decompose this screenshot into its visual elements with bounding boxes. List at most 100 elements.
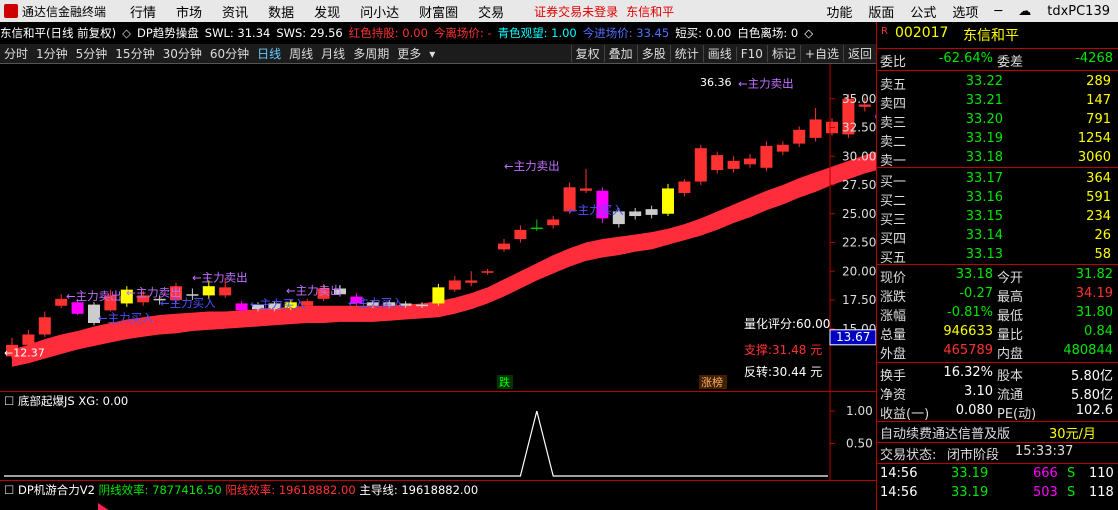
candle[interactable] (826, 118, 838, 136)
btn-back[interactable]: 返回 (842, 45, 876, 62)
stat-value: 33.18 (955, 267, 993, 282)
candle[interactable] (727, 156, 740, 173)
candle[interactable] (645, 205, 658, 219)
period-60min[interactable]: 60分钟 (206, 45, 253, 62)
stock-period-label: 东信和平(日线 前复权) (0, 26, 117, 40)
candle[interactable] (530, 219, 543, 232)
btn-duogu[interactable]: 多股 (636, 45, 670, 62)
menu-hangqing[interactable]: 行情 (130, 2, 156, 21)
btn-add-favorite[interactable]: +自选 (799, 45, 843, 62)
menu-zixun[interactable]: 资讯 (222, 2, 248, 21)
candle[interactable] (694, 144, 707, 185)
candle[interactable] (498, 239, 510, 252)
y-tick-label: 35.00 (842, 92, 876, 106)
candle[interactable] (38, 311, 51, 337)
candle[interactable] (776, 141, 789, 156)
menu-shuju[interactable]: 数据 (268, 2, 294, 21)
tick-price: 33.19 (951, 466, 989, 481)
menu-faxian[interactable]: 发现 (314, 2, 340, 21)
ask-row[interactable]: 卖三 33.20 791 (877, 112, 1118, 131)
candle-body (711, 155, 724, 171)
bid-row[interactable]: 买一 33.17 364 (877, 171, 1118, 190)
fin-label: 股本 (997, 369, 1024, 384)
stat-value: 480844 (1063, 343, 1113, 358)
bid-row[interactable]: 买二 33.16 591 (877, 190, 1118, 209)
candle[interactable] (629, 208, 642, 220)
menu-xuanxiang[interactable]: 选项 (952, 2, 978, 21)
candle[interactable] (514, 225, 527, 243)
btn-diejia[interactable]: 叠加 (603, 45, 637, 62)
btn-fuquan[interactable]: 复权 (570, 45, 604, 62)
bid-volume: 234 (1086, 209, 1111, 224)
cloud-icon[interactable]: ☁ (1018, 4, 1031, 19)
btn-tongji[interactable]: 统计 (669, 45, 703, 62)
indicator-dp-force[interactable]: ☐ DP机游合力V2 阴线效率: 7877416.50 阳线效率: 196188… (0, 480, 876, 510)
menu-banmian[interactable]: 版面 (868, 2, 894, 21)
btn-biaoji[interactable]: 标记 (766, 45, 800, 62)
period-1min[interactable]: 1分钟 (32, 45, 72, 62)
stat-row: 涨跌 -0.27 最高 34.19 (877, 286, 1118, 305)
ind1-checkbox-icon[interactable]: ☐ (4, 394, 14, 408)
period-fenshi[interactable]: 分时 (0, 45, 32, 62)
menu-jiaoyi[interactable]: 交易 (478, 2, 504, 21)
ask-row[interactable]: 卖一 33.18 3060 (877, 150, 1118, 169)
period-more[interactable]: 更多 (393, 45, 425, 62)
ask-row[interactable]: 卖四 33.21 147 (877, 93, 1118, 112)
period-monthly[interactable]: 月线 (317, 45, 349, 62)
candle[interactable] (760, 141, 773, 172)
period-30min[interactable]: 30分钟 (159, 45, 206, 62)
fin-value: 5.80亿 (1071, 388, 1113, 403)
candle[interactable] (793, 126, 806, 148)
trade-login-warning[interactable]: 证券交易未登录 (534, 3, 618, 20)
ask-row[interactable]: 卖二 33.19 1254 (877, 131, 1118, 150)
stat-value: 0.84 (1084, 324, 1113, 339)
promo-price[interactable]: 30元/月 (1049, 423, 1096, 442)
candle[interactable] (432, 283, 445, 306)
ind2-checkbox-icon[interactable]: ☐ (4, 483, 14, 497)
period-15min[interactable]: 15分钟 (111, 45, 158, 62)
candle[interactable] (662, 183, 674, 217)
title-bar: 通达信金融终端 行情 市场 资讯 数据 发现 问小达 财富圈 交易 证券交易未登… (0, 0, 1118, 22)
ask-label: 卖一 (880, 154, 907, 169)
candle[interactable] (711, 151, 724, 174)
promo-text[interactable]: 自动续费通达信普及版 (880, 423, 1010, 442)
bid-row[interactable]: 买四 33.14 26 (877, 228, 1118, 247)
indicator-name[interactable]: DP趋势操盘 (137, 25, 199, 41)
signal-sell-label: ←主力卖出 (286, 283, 342, 297)
candle[interactable] (448, 275, 461, 292)
diamond-icon[interactable]: ◇ (804, 26, 813, 40)
bid-price: 33.17 (965, 171, 1003, 186)
candle[interactable] (481, 268, 494, 275)
minimize-icon[interactable]: ─ (994, 4, 1002, 19)
bid-row[interactable]: 买三 33.15 234 (877, 209, 1118, 228)
period-multi[interactable]: 多周期 (349, 45, 393, 62)
period-daily[interactable]: 日线 (253, 45, 285, 62)
menu-gongneng[interactable]: 功能 (826, 2, 852, 21)
chart-info-bar: 东信和平(日线 前复权) ◇ DP趋势操盘 SWL: 31.34 SWS: 29… (0, 22, 876, 44)
candle[interactable] (580, 168, 592, 194)
btn-f10[interactable]: F10 (735, 46, 767, 61)
period-weekly[interactable]: 周线 (285, 45, 317, 62)
period-5min[interactable]: 5分钟 (72, 45, 112, 62)
bid-row[interactable]: 买五 33.13 58 (877, 247, 1118, 266)
menu-caifuquan[interactable]: 财富圈 (419, 2, 458, 21)
weibi-label: 委比 (880, 55, 907, 70)
candle[interactable] (547, 216, 560, 229)
more-chevron-icon[interactable]: ▾ (425, 47, 439, 61)
quant-score-label: 量化评分:60.00 (744, 317, 830, 331)
indicator-dropdown-icon[interactable]: ◇ (122, 26, 131, 40)
menu-gongshi[interactable]: 公式 (910, 2, 936, 21)
btn-huaxian[interactable]: 画线 (702, 45, 736, 62)
candle[interactable] (465, 271, 478, 287)
menu-wenxiaoda[interactable]: 问小达 (360, 2, 399, 21)
ask-row[interactable]: 卖五 33.22 289 (877, 74, 1118, 93)
candle[interactable] (678, 179, 691, 197)
candle[interactable] (744, 153, 756, 168)
menu-shichang[interactable]: 市场 (176, 2, 202, 21)
candlestick-chart[interactable]: 15.0017.5020.0022.5025.0027.5030.0032.50… (0, 64, 876, 391)
candle[interactable] (809, 107, 822, 142)
indicator-bottom-breakout[interactable]: 1.00 0.50 (0, 391, 876, 480)
bid-label: 买二 (880, 194, 907, 209)
promo-row[interactable]: 自动续费通达信普及版 30元/月 (877, 423, 1118, 442)
ask-price: 33.18 (965, 150, 1003, 165)
